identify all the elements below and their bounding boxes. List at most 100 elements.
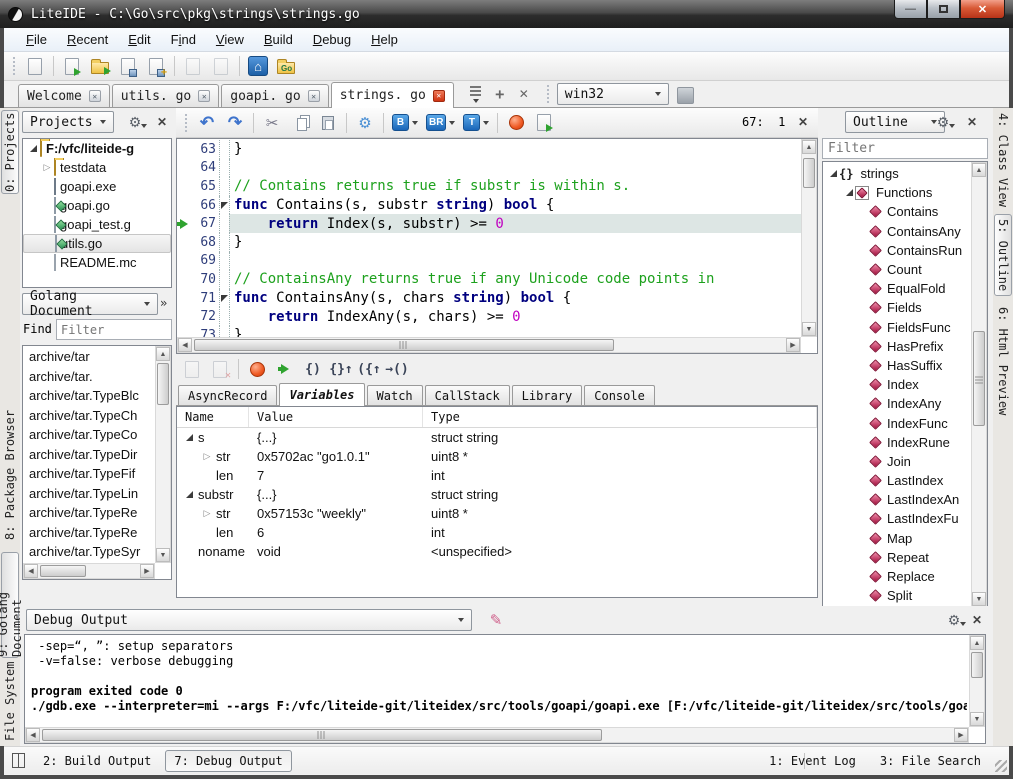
scroll-left-icon[interactable]: ◀ <box>26 728 40 742</box>
code-line[interactable]: 71func ContainsAny(s, chars string) bool… <box>177 289 801 308</box>
toolbar-grip[interactable] <box>12 57 17 75</box>
column-header-value[interactable]: Value <box>249 407 423 427</box>
outline-item-count[interactable]: Count <box>823 260 971 279</box>
output-close-button[interactable]: ✕ <box>967 610 987 630</box>
godoc-list-item[interactable]: archive/tar.TypeLin <box>23 484 155 504</box>
step-over-icon[interactable]: {}↑ <box>328 357 354 381</box>
toggle-panels-icon[interactable] <box>12 753 25 768</box>
close-all-icon[interactable] <box>208 54 234 78</box>
scroll-right-icon[interactable]: ▶ <box>140 564 154 578</box>
toolbar-grip[interactable] <box>546 85 551 103</box>
scroll-down-icon[interactable]: ▼ <box>156 548 170 562</box>
minimize-button[interactable]: — <box>894 0 927 19</box>
outline-item-split[interactable]: Split <box>823 586 971 605</box>
outline-item-functions[interactable]: Functions <box>823 183 971 202</box>
output-vscroll-thumb[interactable] <box>971 652 983 678</box>
outline-gear-button[interactable]: ⚙ <box>936 112 956 132</box>
list-vscrollbar[interactable]: ▲▼ <box>155 346 171 563</box>
outline-view-combo[interactable]: Outline <box>845 111 945 133</box>
outline-item-containsrun[interactable]: ContainsRun <box>823 241 971 260</box>
expander-icon[interactable] <box>183 491 195 498</box>
outline-item-containsany[interactable]: ContainsAny <box>823 222 971 241</box>
scroll-up-icon[interactable]: ▲ <box>802 140 816 154</box>
build-t-icon[interactable]: T <box>460 111 492 135</box>
doc-view-combo[interactable]: Golang Document <box>22 293 158 315</box>
step-out-icon[interactable]: ({↑ <box>356 357 382 381</box>
tab-close-icon[interactable]: ✕ <box>89 90 101 102</box>
outline-item-fieldsfunc[interactable]: FieldsFunc <box>823 318 971 337</box>
tree-item-goapi-go[interactable]: goapi.go <box>23 196 171 215</box>
statusbar-7-debug-output[interactable]: 7: Debug Output <box>165 750 291 772</box>
open-file-icon[interactable] <box>59 54 85 78</box>
home-icon[interactable]: ⌂ <box>245 54 271 78</box>
editor-vscrollbar[interactable]: ▲ ▼ <box>801 139 817 337</box>
tab-utils-go[interactable]: utils. go✕ <box>112 84 219 107</box>
godoc-list-item[interactable]: archive/tar.TypeFif <box>23 464 155 484</box>
tab-Welcome[interactable]: Welcome✕ <box>18 84 110 107</box>
menu-build[interactable]: Build <box>254 30 303 49</box>
godoc-list-item[interactable]: archive/tar.TypeCo <box>23 425 155 445</box>
doc-more-button[interactable]: » <box>160 296 167 310</box>
expander-icon[interactable] <box>27 145 39 152</box>
record-icon[interactable] <box>503 111 529 135</box>
scroll-down-icon[interactable]: ▼ <box>970 712 984 726</box>
output-vscrollbar[interactable]: ▲ ▼ <box>969 635 985 727</box>
close-tab-icon[interactable]: ✕ <box>512 83 536 105</box>
expander-icon[interactable] <box>843 189 855 196</box>
menu-recent[interactable]: Recent <box>57 30 118 49</box>
redo-icon[interactable]: ↷ <box>222 111 248 135</box>
code-line[interactable]: 66func Contains(s, substr string) bool { <box>177 196 801 215</box>
outline-vscroll-thumb[interactable] <box>973 331 985 426</box>
close-button[interactable]: ✕ <box>960 0 1005 19</box>
outline-item-indexrune[interactable]: IndexRune <box>823 433 971 452</box>
build-b-icon[interactable]: B <box>389 111 421 135</box>
statusbar-3-file-search[interactable]: 3: File Search <box>880 754 981 768</box>
scroll-up-icon[interactable]: ▲ <box>970 636 984 650</box>
scroll-right-icon[interactable]: ▶ <box>786 338 800 352</box>
tab-close-icon[interactable]: ✕ <box>308 90 320 102</box>
outline-item-replace[interactable]: Replace <box>823 567 971 586</box>
column-header-type[interactable]: Type <box>423 407 817 427</box>
outline-item-contains[interactable]: Contains <box>823 202 971 221</box>
godoc-list-item[interactable]: archive/tar.TypeCh <box>23 406 155 426</box>
new-file-icon[interactable] <box>22 54 48 78</box>
variable-row[interactable]: s{...}struct string <box>177 428 817 447</box>
build-br-icon[interactable]: BR <box>423 111 458 135</box>
outline-item-map[interactable]: Map <box>823 529 971 548</box>
tab-close-icon[interactable]: ✕ <box>198 90 210 102</box>
paste-icon[interactable] <box>315 111 341 135</box>
cut-icon[interactable]: ✂ <box>259 111 285 135</box>
stop-record-icon[interactable] <box>244 357 270 381</box>
list-hscroll-thumb[interactable] <box>40 565 86 577</box>
debug-tab-callstack[interactable]: CallStack <box>425 385 510 405</box>
code-line[interactable]: 64 <box>177 159 801 178</box>
variable-row[interactable]: len7int <box>177 466 817 485</box>
outline-item-index[interactable]: Index <box>823 375 971 394</box>
projects-close-button[interactable]: ✕ <box>152 112 172 132</box>
expander-icon[interactable]: ▷ <box>41 162 53 173</box>
outline-item-hasprefix[interactable]: HasPrefix <box>823 337 971 356</box>
tree-item-testdata[interactable]: ▷testdata <box>23 158 171 177</box>
godoc-list-item[interactable]: archive/tar.TypeSyr <box>23 542 155 562</box>
expander-icon[interactable]: ▷ <box>201 451 213 462</box>
tab-list-icon[interactable] <box>464 83 488 105</box>
code-line[interactable]: 67 return Index(s, substr) >= 0 <box>177 214 801 233</box>
maximize-button[interactable] <box>927 0 960 19</box>
outline-item-equalfold[interactable]: EqualFold <box>823 279 971 298</box>
output-view-combo[interactable]: Debug Output <box>26 609 472 631</box>
dock-tab-4-class-view[interactable]: 4: Class View <box>994 110 1012 210</box>
editor-hscrollbar[interactable]: ◀ ▶ <box>177 337 801 353</box>
log-close-icon[interactable]: ✕ <box>207 357 233 381</box>
code-line[interactable]: 72 return IndexAny(s, chars) >= 0 <box>177 307 801 326</box>
outline-close-button[interactable]: ✕ <box>962 112 982 132</box>
scroll-down-icon[interactable]: ▼ <box>802 322 816 336</box>
dock-tab-file-system[interactable]: File System <box>1 658 19 744</box>
statusbar-2-build-output[interactable]: 2: Build Output <box>35 751 159 771</box>
editor-close-button[interactable]: ✕ <box>793 112 813 132</box>
new-tab-icon[interactable]: + <box>488 83 512 105</box>
toolbar-grip[interactable] <box>184 114 189 132</box>
tree-item-utils-go[interactable]: utils.go <box>23 234 171 253</box>
list-vscroll-thumb[interactable] <box>157 363 169 405</box>
save-all-icon[interactable]: + <box>143 54 169 78</box>
menu-debug[interactable]: Debug <box>303 30 361 49</box>
